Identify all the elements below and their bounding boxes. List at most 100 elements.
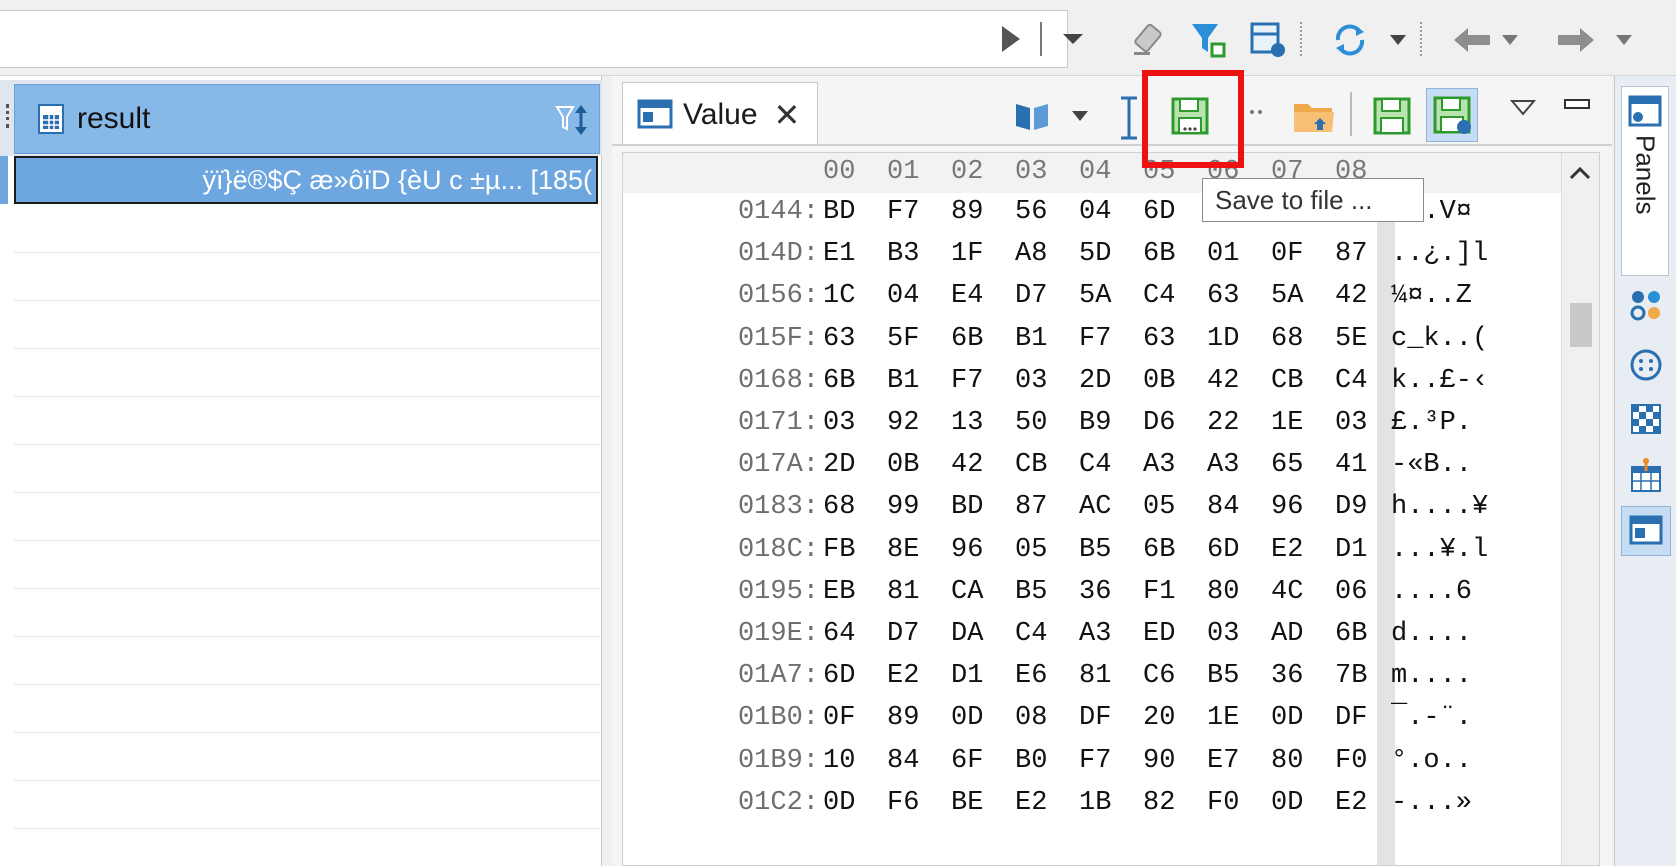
hex-byte[interactable]: C4 (1079, 450, 1111, 480)
hex-row[interactable]: 0168: 6B B1 F7 03 2D 0B 42 CB C4 k..£-‹ (623, 366, 1599, 410)
hex-byte[interactable]: 63 (1143, 324, 1175, 354)
hex-row[interactable]: 019E: 64 D7 DA C4 A3 ED 03 AD 6B d.... (623, 619, 1599, 663)
hex-ascii[interactable]: ¼¤..Z (1391, 281, 1472, 311)
hex-byte[interactable]: E2 (1335, 788, 1367, 818)
hex-byte[interactable]: F1 (1143, 577, 1175, 607)
hex-byte[interactable]: CB (1271, 366, 1303, 396)
hex-byte[interactable]: 82 (1143, 788, 1175, 818)
hex-byte[interactable]: A3 (1079, 619, 1111, 649)
hex-byte[interactable]: 6B (951, 324, 983, 354)
filter-sort-icon[interactable] (555, 103, 589, 137)
hex-byte[interactable]: 03 (823, 408, 855, 438)
hex-byte[interactable]: C4 (1015, 619, 1047, 649)
eraser-icon[interactable] (1128, 18, 1172, 62)
hex-byte[interactable]: 96 (1271, 492, 1303, 522)
hex-byte[interactable]: 05 (1015, 535, 1047, 565)
hex-ascii[interactable]: d.... (1391, 619, 1472, 649)
dots-circle-icon[interactable] (1625, 344, 1667, 386)
hex-byte[interactable]: 0F (823, 703, 855, 733)
scroll-up-icon[interactable] (1568, 159, 1592, 189)
grid-circles-icon[interactable] (1625, 284, 1667, 326)
hex-byte[interactable]: F7 (1079, 324, 1111, 354)
tab-result[interactable]: result (14, 84, 600, 154)
hex-byte[interactable]: C4 (1335, 366, 1367, 396)
hex-byte[interactable]: 5F (887, 324, 919, 354)
hex-byte[interactable]: 63 (823, 324, 855, 354)
hex-byte[interactable]: E1 (823, 239, 855, 269)
hex-row[interactable]: 0183: 68 99 BD 87 AC 05 84 96 D9 h....¥ (623, 492, 1599, 536)
hex-byte[interactable]: D6 (1143, 408, 1175, 438)
hex-byte[interactable]: AD (1271, 619, 1303, 649)
hex-byte[interactable]: E2 (1015, 788, 1047, 818)
hex-byte[interactable]: E4 (951, 281, 983, 311)
hex-byte[interactable]: 08 (1015, 703, 1047, 733)
hex-ascii[interactable]: ..¿.]l (1391, 239, 1488, 269)
hex-row[interactable]: 015F: 63 5F 6B B1 F7 63 1D 68 5E c_k..( (623, 324, 1599, 368)
hex-byte[interactable]: BE (951, 788, 983, 818)
back-dropdown-icon[interactable] (1500, 30, 1520, 50)
hex-ascii[interactable]: ¯.-¨. (1391, 703, 1472, 733)
hex-byte[interactable]: 0D (951, 703, 983, 733)
hex-byte[interactable]: DF (1079, 703, 1111, 733)
hex-byte[interactable]: D9 (1335, 492, 1367, 522)
panels-button[interactable]: Panels (1621, 86, 1669, 276)
hex-byte[interactable]: B1 (1015, 324, 1047, 354)
hex-byte[interactable]: A3 (1143, 450, 1175, 480)
open-folder-icon[interactable] (1290, 92, 1338, 140)
hex-byte[interactable]: 81 (887, 577, 919, 607)
hex-ascii[interactable]: h....¥ (1391, 492, 1488, 522)
calendar-pin-icon[interactable] (1625, 454, 1667, 496)
hex-byte[interactable]: 03 (1015, 366, 1047, 396)
hex-byte[interactable]: F7 (887, 197, 919, 227)
hex-ascii[interactable]: ....6 (1391, 577, 1472, 607)
hex-byte[interactable]: 1F (951, 239, 983, 269)
hex-byte[interactable]: 04 (887, 281, 919, 311)
hex-byte[interactable]: 2D (1079, 366, 1111, 396)
hex-byte[interactable]: 05 (1143, 492, 1175, 522)
hex-ascii[interactable]: m.... (1391, 661, 1472, 691)
hex-byte[interactable]: 6F (951, 746, 983, 776)
filter-icon[interactable] (1186, 18, 1230, 62)
hex-byte[interactable]: 6B (1335, 619, 1367, 649)
hex-row[interactable]: 014D: E1 B3 1F A8 5D 6B 01 0F 87 ..¿.]l (623, 239, 1599, 283)
hex-byte[interactable]: D1 (951, 661, 983, 691)
hex-byte[interactable]: FB (823, 535, 855, 565)
hex-byte[interactable]: 84 (887, 746, 919, 776)
view-menu-icon[interactable] (1508, 96, 1538, 120)
hex-byte[interactable]: 6D (1207, 535, 1239, 565)
hex-byte[interactable]: B1 (887, 366, 919, 396)
hex-ascii[interactable]: -«B.. (1391, 450, 1472, 480)
hex-byte[interactable]: 36 (1271, 661, 1303, 691)
hex-byte[interactable]: 06 (1335, 577, 1367, 607)
hex-byte[interactable]: E7 (1207, 746, 1239, 776)
auto-save-icon[interactable] (1426, 88, 1478, 142)
hex-byte[interactable]: 0B (887, 450, 919, 480)
hex-byte[interactable]: 0B (1143, 366, 1175, 396)
hex-byte[interactable]: 89 (951, 197, 983, 227)
close-icon[interactable]: ✕ (774, 96, 801, 134)
hex-byte[interactable]: E6 (1015, 661, 1047, 691)
hex-byte[interactable]: DA (951, 619, 983, 649)
hex-byte[interactable]: F0 (1207, 788, 1239, 818)
refresh-dropdown-icon[interactable] (1388, 30, 1408, 50)
hex-byte[interactable]: DF (1335, 703, 1367, 733)
viewer-dropdown-icon[interactable] (1070, 106, 1090, 126)
hex-byte[interactable]: 63 (1207, 281, 1239, 311)
hex-byte[interactable]: 92 (887, 408, 919, 438)
hex-byte[interactable]: 56 (1015, 197, 1047, 227)
hex-byte[interactable]: 10 (823, 746, 855, 776)
hex-byte[interactable]: ED (1143, 619, 1175, 649)
hex-byte[interactable]: B5 (1207, 661, 1239, 691)
hex-row[interactable]: 0171: 03 92 13 50 B9 D6 22 1E 03 £.³P. (623, 408, 1599, 452)
hex-byte[interactable]: 81 (1079, 661, 1111, 691)
vertical-scrollbar[interactable] (1561, 153, 1599, 865)
hex-byte[interactable]: CB (1015, 450, 1047, 480)
hex-byte[interactable]: C4 (1143, 281, 1175, 311)
hex-byte[interactable]: 65 (1271, 450, 1303, 480)
hex-byte[interactable]: B0 (1015, 746, 1047, 776)
hex-byte[interactable]: 7B (1335, 661, 1367, 691)
hex-byte[interactable]: 36 (1079, 577, 1111, 607)
forward-dropdown-icon[interactable] (1614, 30, 1634, 50)
hex-byte[interactable]: D7 (1015, 281, 1047, 311)
hex-byte[interactable]: B9 (1079, 408, 1111, 438)
